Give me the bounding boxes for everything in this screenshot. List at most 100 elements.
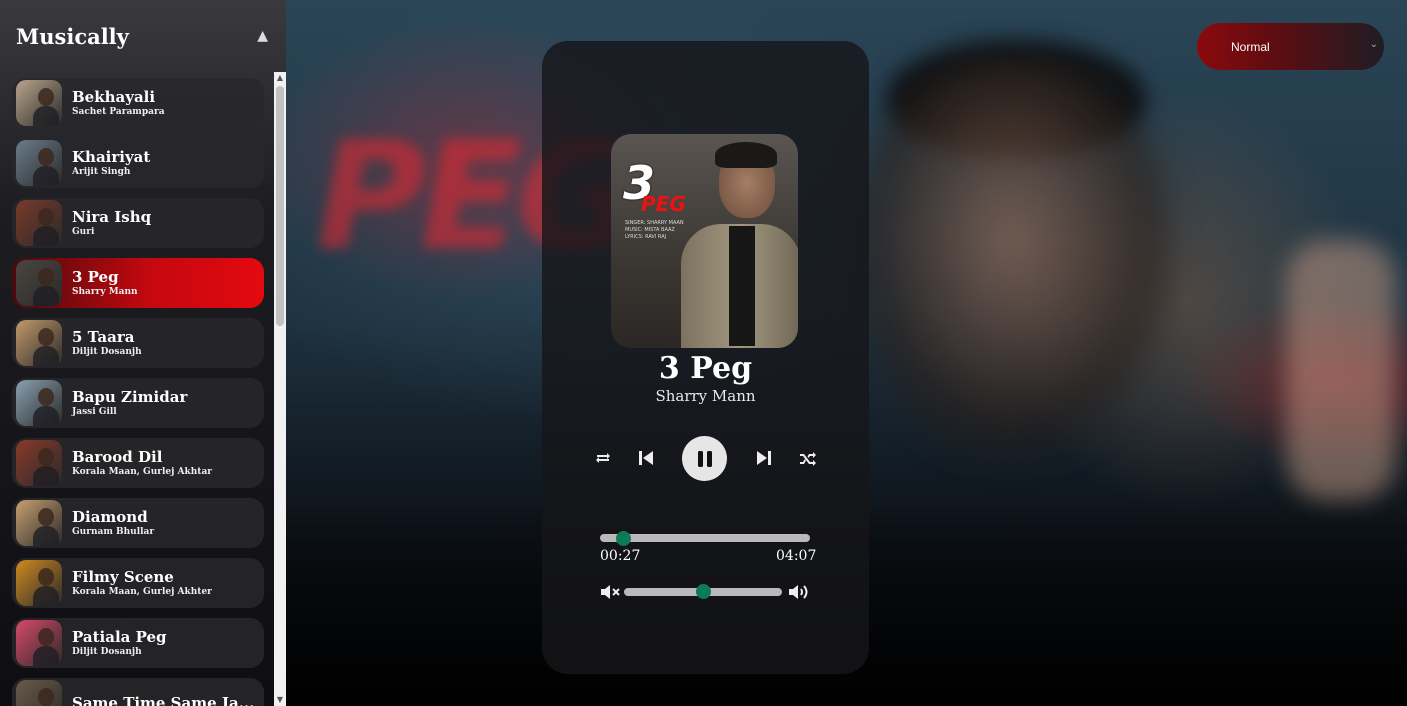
background-figure-hand (1286, 240, 1396, 500)
song-artist: Korala Maan, Gurlej Akhter (72, 587, 212, 597)
song-title: Khairiyat (72, 148, 151, 166)
progress-track[interactable] (600, 534, 810, 542)
shuffle-icon[interactable] (797, 436, 819, 480)
song-list-item[interactable]: Filmy Scene Korala Maan, Gurlej Akhter (12, 558, 264, 608)
song-text: Filmy Scene Korala Maan, Gurlej Akhter (72, 568, 212, 598)
volume-control (600, 580, 812, 604)
chevron-down-icon[interactable]: ⌄ (1370, 39, 1378, 50)
song-thumbnail (16, 80, 62, 126)
song-artist: Diljit Dosanjh (72, 347, 142, 357)
song-list-item[interactable]: Barood Dil Korala Maan, Gurlej Akhtar (12, 438, 264, 488)
song-list-item[interactable]: Khairiyat Arijit Singh (12, 138, 264, 188)
thumbnail-figure-head (38, 628, 54, 646)
thumbnail-figure-body (33, 346, 59, 366)
song-thumbnail (16, 200, 62, 246)
cover-title-word: PEG (641, 192, 686, 216)
song-list: Bekhayali Sachet Parampara Khairiyat Arijit… (0, 72, 286, 706)
sidebar-header: Musically ▲ (0, 0, 286, 72)
mode-select-value: Normal (1231, 39, 1270, 54)
song-text: Patiala Peg Diljit Dosanjh (72, 628, 167, 658)
playback-controls (542, 436, 869, 481)
song-text: Bekhayali Sachet Parampara (72, 88, 165, 118)
cover-figure-hair (715, 142, 777, 168)
song-thumbnail (16, 560, 62, 606)
song-text: Bapu Zimidar Jassi Gill (72, 388, 187, 418)
song-artist: Gurnam Bhullar (72, 527, 155, 537)
song-list-item[interactable]: Bekhayali Sachet Parampara (12, 78, 264, 128)
progress-knob[interactable] (616, 531, 632, 546)
song-text: Nira Ishq Guri (72, 208, 151, 238)
thumbnail-figure-body (33, 466, 59, 486)
song-text: 3 Peg Sharry Mann (72, 268, 138, 298)
mute-icon[interactable] (600, 583, 622, 601)
song-list-item[interactable]: Same Time Same Ja... (12, 678, 264, 706)
song-artist: Sharry Mann (72, 287, 138, 297)
song-text: Barood Dil Korala Maan, Gurlej Akhtar (72, 448, 212, 478)
song-artist: Diljit Dosanjh (72, 647, 142, 657)
thumbnail-figure-head (38, 568, 54, 586)
scroll-down-arrow-icon[interactable]: ▼ (274, 694, 286, 706)
thumbnail-figure-head (38, 508, 54, 526)
song-title: Bapu Zimidar (72, 388, 188, 406)
app-brand: Musically (16, 23, 129, 49)
song-title: Patiala Peg (72, 628, 167, 646)
song-title: Filmy Scene (72, 568, 174, 586)
song-title: Nira Ishq (72, 208, 152, 226)
song-thumbnail (16, 140, 62, 186)
song-list-item[interactable]: Bapu Zimidar Jassi Gill (12, 378, 264, 428)
song-list-item[interactable]: Diamond Gurnam Bhullar (12, 498, 264, 548)
next-icon[interactable] (753, 436, 775, 480)
song-text: Same Time Same Ja... (72, 694, 254, 706)
thumbnail-figure-body (33, 646, 59, 666)
repeat-icon[interactable] (592, 436, 614, 480)
current-time: 00:27 (600, 548, 641, 564)
scrollbar-thumb[interactable] (276, 86, 284, 326)
song-artist: Sachet Parampara (72, 107, 165, 117)
song-thumbnail (16, 620, 62, 666)
sidebar-scrollbar[interactable]: ▲ ▼ (274, 72, 286, 706)
song-title: 5 Taara (72, 328, 135, 346)
mode-select[interactable]: Normal ⌄ (1197, 23, 1384, 70)
chevron-up-icon[interactable]: ▲ (257, 28, 268, 44)
song-title: Bekhayali (72, 88, 156, 106)
thumbnail-figure-body (33, 106, 59, 126)
song-thumbnail (16, 500, 62, 546)
previous-icon[interactable] (635, 436, 657, 480)
song-text: 5 Taara Diljit Dosanjh (72, 328, 142, 358)
thumbnail-figure-head (38, 88, 54, 106)
song-artist: Korala Maan, Gurlej Akhtar (72, 467, 213, 477)
volume-icon[interactable] (788, 582, 812, 602)
thumbnail-figure-body (33, 166, 59, 186)
song-artist: Arijit Singh (72, 167, 131, 177)
thumbnail-figure-body (33, 586, 59, 606)
progress-bar[interactable] (600, 531, 810, 546)
scroll-up-arrow-icon[interactable]: ▲ (274, 72, 286, 84)
song-text: Diamond Gurnam Bhullar (72, 508, 154, 538)
song-thumbnail (16, 320, 62, 366)
thumbnail-figure-body (33, 286, 59, 306)
song-thumbnail (16, 680, 62, 706)
player-card: 3 PEG SINGER: SHARRY MAAN MUSIC: MISTA B… (542, 41, 869, 674)
volume-knob[interactable] (696, 584, 711, 599)
thumbnail-figure-head (38, 328, 54, 346)
song-artist: Jassi Gill (72, 407, 117, 417)
cover-figure-shirt (729, 226, 755, 346)
thumbnail-figure-head (38, 148, 54, 166)
pause-icon (697, 450, 712, 467)
song-list-item[interactable]: Patiala Peg Diljit Dosanjh (12, 618, 264, 668)
thumbnail-figure-head (38, 388, 54, 406)
thumbnail-figure-head (38, 268, 54, 286)
song-list-item[interactable]: Nira Ishq Guri (12, 198, 264, 248)
thumbnail-figure-body (33, 406, 59, 426)
duration-time: 04:07 (776, 548, 817, 564)
thumbnail-figure-head (38, 448, 54, 466)
song-artist: Guri (72, 227, 95, 237)
pause-button[interactable] (682, 436, 727, 481)
song-list-item[interactable]: 3 Peg Sharry Mann (12, 258, 264, 308)
thumbnail-figure-body (33, 226, 59, 246)
playlist-sidebar: Musically ▲ Bekhayali Sachet Parampara Kha… (0, 0, 286, 706)
background-figure-face (846, 60, 1176, 460)
song-list-item[interactable]: 5 Taara Diljit Dosanjh (12, 318, 264, 368)
now-playing-artist: Sharry Mann (655, 387, 756, 405)
thumbnail-figure-head (38, 688, 54, 706)
